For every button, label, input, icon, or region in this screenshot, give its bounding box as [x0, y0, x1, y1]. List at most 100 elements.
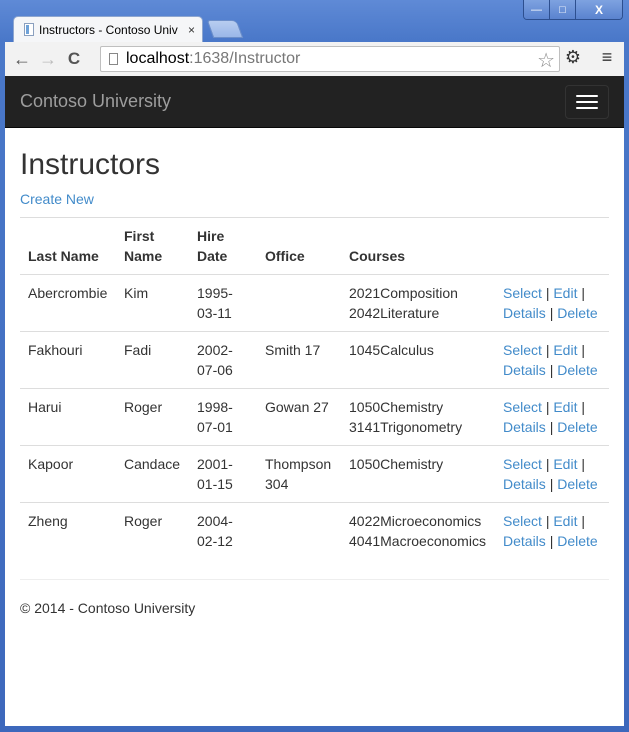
- separator: |: [549, 362, 554, 378]
- table-row: Harui Roger 1998-07-01 Gowan 27 1050Chemistr…: [20, 388, 609, 446]
- main-content: Instructors Create New Last Name First N…: [5, 148, 624, 616]
- delete-link[interactable]: Delete: [557, 533, 597, 549]
- new-tab-button[interactable]: [206, 20, 244, 38]
- separator: |: [545, 342, 550, 358]
- footer-text: © 2014 - Contoso University: [20, 600, 196, 616]
- cell-actions: Select | Edit | Details | Delete: [495, 445, 609, 503]
- browser-window: — □ X Instructors - Contoso Univ × ← → C…: [0, 0, 629, 732]
- cell-first-name: Candace: [116, 445, 189, 503]
- select-link[interactable]: Select: [503, 456, 542, 472]
- course-item: 4041Macroeconomics: [349, 533, 486, 549]
- url-host: localhost: [126, 50, 190, 67]
- course-item: 4022Microeconomics: [349, 513, 482, 529]
- cell-hire-date: 1998-07-01: [189, 388, 257, 446]
- delete-link[interactable]: Delete: [557, 476, 597, 492]
- cell-office: Gowan 27: [257, 388, 341, 446]
- navbar-toggle-button[interactable]: [565, 84, 609, 119]
- hamburger-bar-icon: [576, 106, 598, 109]
- separator: |: [545, 285, 550, 301]
- separator: |: [545, 456, 550, 472]
- page-title: Instructors: [20, 148, 161, 181]
- header-actions: [495, 217, 609, 275]
- cell-actions: Select | Edit | Details | Delete: [495, 388, 609, 446]
- separator: |: [549, 533, 554, 549]
- header-office: Office: [257, 217, 341, 275]
- header-hire-date: Hire Date: [189, 217, 257, 275]
- header-courses: Courses: [341, 217, 495, 275]
- cell-last-name: Abercrombie: [20, 274, 116, 332]
- separator: |: [549, 419, 554, 435]
- cell-hire-date: 1995-03-11: [189, 274, 257, 332]
- site-navbar: Contoso University: [5, 76, 624, 128]
- cell-last-name: Zheng: [20, 502, 116, 559]
- details-link[interactable]: Details: [503, 419, 546, 435]
- edit-link[interactable]: Edit: [553, 456, 577, 472]
- cell-office: [257, 502, 341, 559]
- separator: |: [549, 476, 554, 492]
- header-first-name: First Name: [116, 217, 189, 275]
- cell-first-name: Kim: [116, 274, 189, 332]
- delete-link[interactable]: Delete: [557, 362, 597, 378]
- browser-tab-active[interactable]: Instructors - Contoso Univ ×: [13, 16, 203, 42]
- select-link[interactable]: Select: [503, 285, 542, 301]
- separator: |: [545, 513, 550, 529]
- settings-gear-icon[interactable]: ⚙: [562, 47, 584, 68]
- page-favicon-icon: [24, 23, 34, 36]
- create-new-link[interactable]: Create New: [20, 191, 609, 207]
- details-link[interactable]: Details: [503, 476, 546, 492]
- tab-strip: Instructors - Contoso Univ ×: [5, 14, 624, 42]
- cell-hire-date: 2002-07-06: [189, 331, 257, 389]
- cell-courses: 1045Calculus: [341, 331, 495, 389]
- address-bar[interactable]: localhost:1638/Instructor ☆: [100, 46, 560, 72]
- cell-first-name: Roger: [116, 388, 189, 446]
- page-icon: [109, 53, 118, 65]
- separator: |: [581, 456, 585, 472]
- delete-link[interactable]: Delete: [557, 419, 597, 435]
- hamburger-bar-icon: [576, 100, 598, 103]
- cell-office: Thompson 304: [257, 445, 341, 503]
- details-link[interactable]: Details: [503, 533, 546, 549]
- footer: © 2014 - Contoso University: [20, 600, 609, 616]
- cell-actions: Select | Edit | Details | Delete: [495, 331, 609, 389]
- cell-actions: Select | Edit | Details | Delete: [495, 502, 609, 559]
- cell-actions: Select | Edit | Details | Delete: [495, 274, 609, 332]
- cell-courses: 4022Microeconomics 4041Macroeconomics: [341, 502, 495, 559]
- cell-last-name: Fakhouri: [20, 331, 116, 389]
- course-item: 2042Literature: [349, 305, 440, 321]
- reload-icon[interactable]: C: [61, 46, 87, 72]
- details-link[interactable]: Details: [503, 362, 546, 378]
- table-row: Zheng Roger 2004-02-12 4022Microeconomics 40…: [20, 502, 609, 559]
- details-link[interactable]: Details: [503, 305, 546, 321]
- select-link[interactable]: Select: [503, 399, 542, 415]
- edit-link[interactable]: Edit: [553, 285, 577, 301]
- brand-link[interactable]: Contoso University: [20, 91, 171, 112]
- tab-title: Instructors - Contoso Univ: [39, 22, 178, 37]
- table-row: Fakhouri Fadi 2002-07-06 Smith 17 1045Calcul…: [20, 331, 609, 389]
- select-link[interactable]: Select: [503, 513, 542, 529]
- separator: |: [581, 513, 585, 529]
- course-item: 1050Chemistry: [349, 456, 444, 472]
- separator: |: [581, 285, 585, 301]
- edit-link[interactable]: Edit: [553, 399, 577, 415]
- separator: |: [581, 399, 585, 415]
- cell-courses: 1050Chemistry: [341, 445, 495, 503]
- close-tab-icon[interactable]: ×: [188, 23, 195, 37]
- cell-hire-date: 2004-02-12: [189, 502, 257, 559]
- cell-courses: 2021Composition 2042Literature: [341, 274, 495, 332]
- cell-office: Smith 17: [257, 331, 341, 389]
- course-item: 3141Trigonometry: [349, 419, 463, 435]
- instructors-table: Last Name First Name Hire Date Office Co…: [20, 217, 609, 559]
- edit-link[interactable]: Edit: [553, 513, 577, 529]
- back-icon[interactable]: ←: [9, 46, 35, 72]
- forward-icon[interactable]: →: [35, 46, 61, 72]
- cell-office: [257, 274, 341, 332]
- cell-first-name: Roger: [116, 502, 189, 559]
- bookmark-star-icon[interactable]: ☆: [537, 48, 555, 73]
- cell-last-name: Harui: [20, 388, 116, 446]
- edit-link[interactable]: Edit: [553, 342, 577, 358]
- browser-menu-icon[interactable]: ≡: [596, 47, 618, 68]
- separator: |: [581, 342, 585, 358]
- course-item: 2021Composition: [349, 285, 458, 301]
- select-link[interactable]: Select: [503, 342, 542, 358]
- delete-link[interactable]: Delete: [557, 305, 597, 321]
